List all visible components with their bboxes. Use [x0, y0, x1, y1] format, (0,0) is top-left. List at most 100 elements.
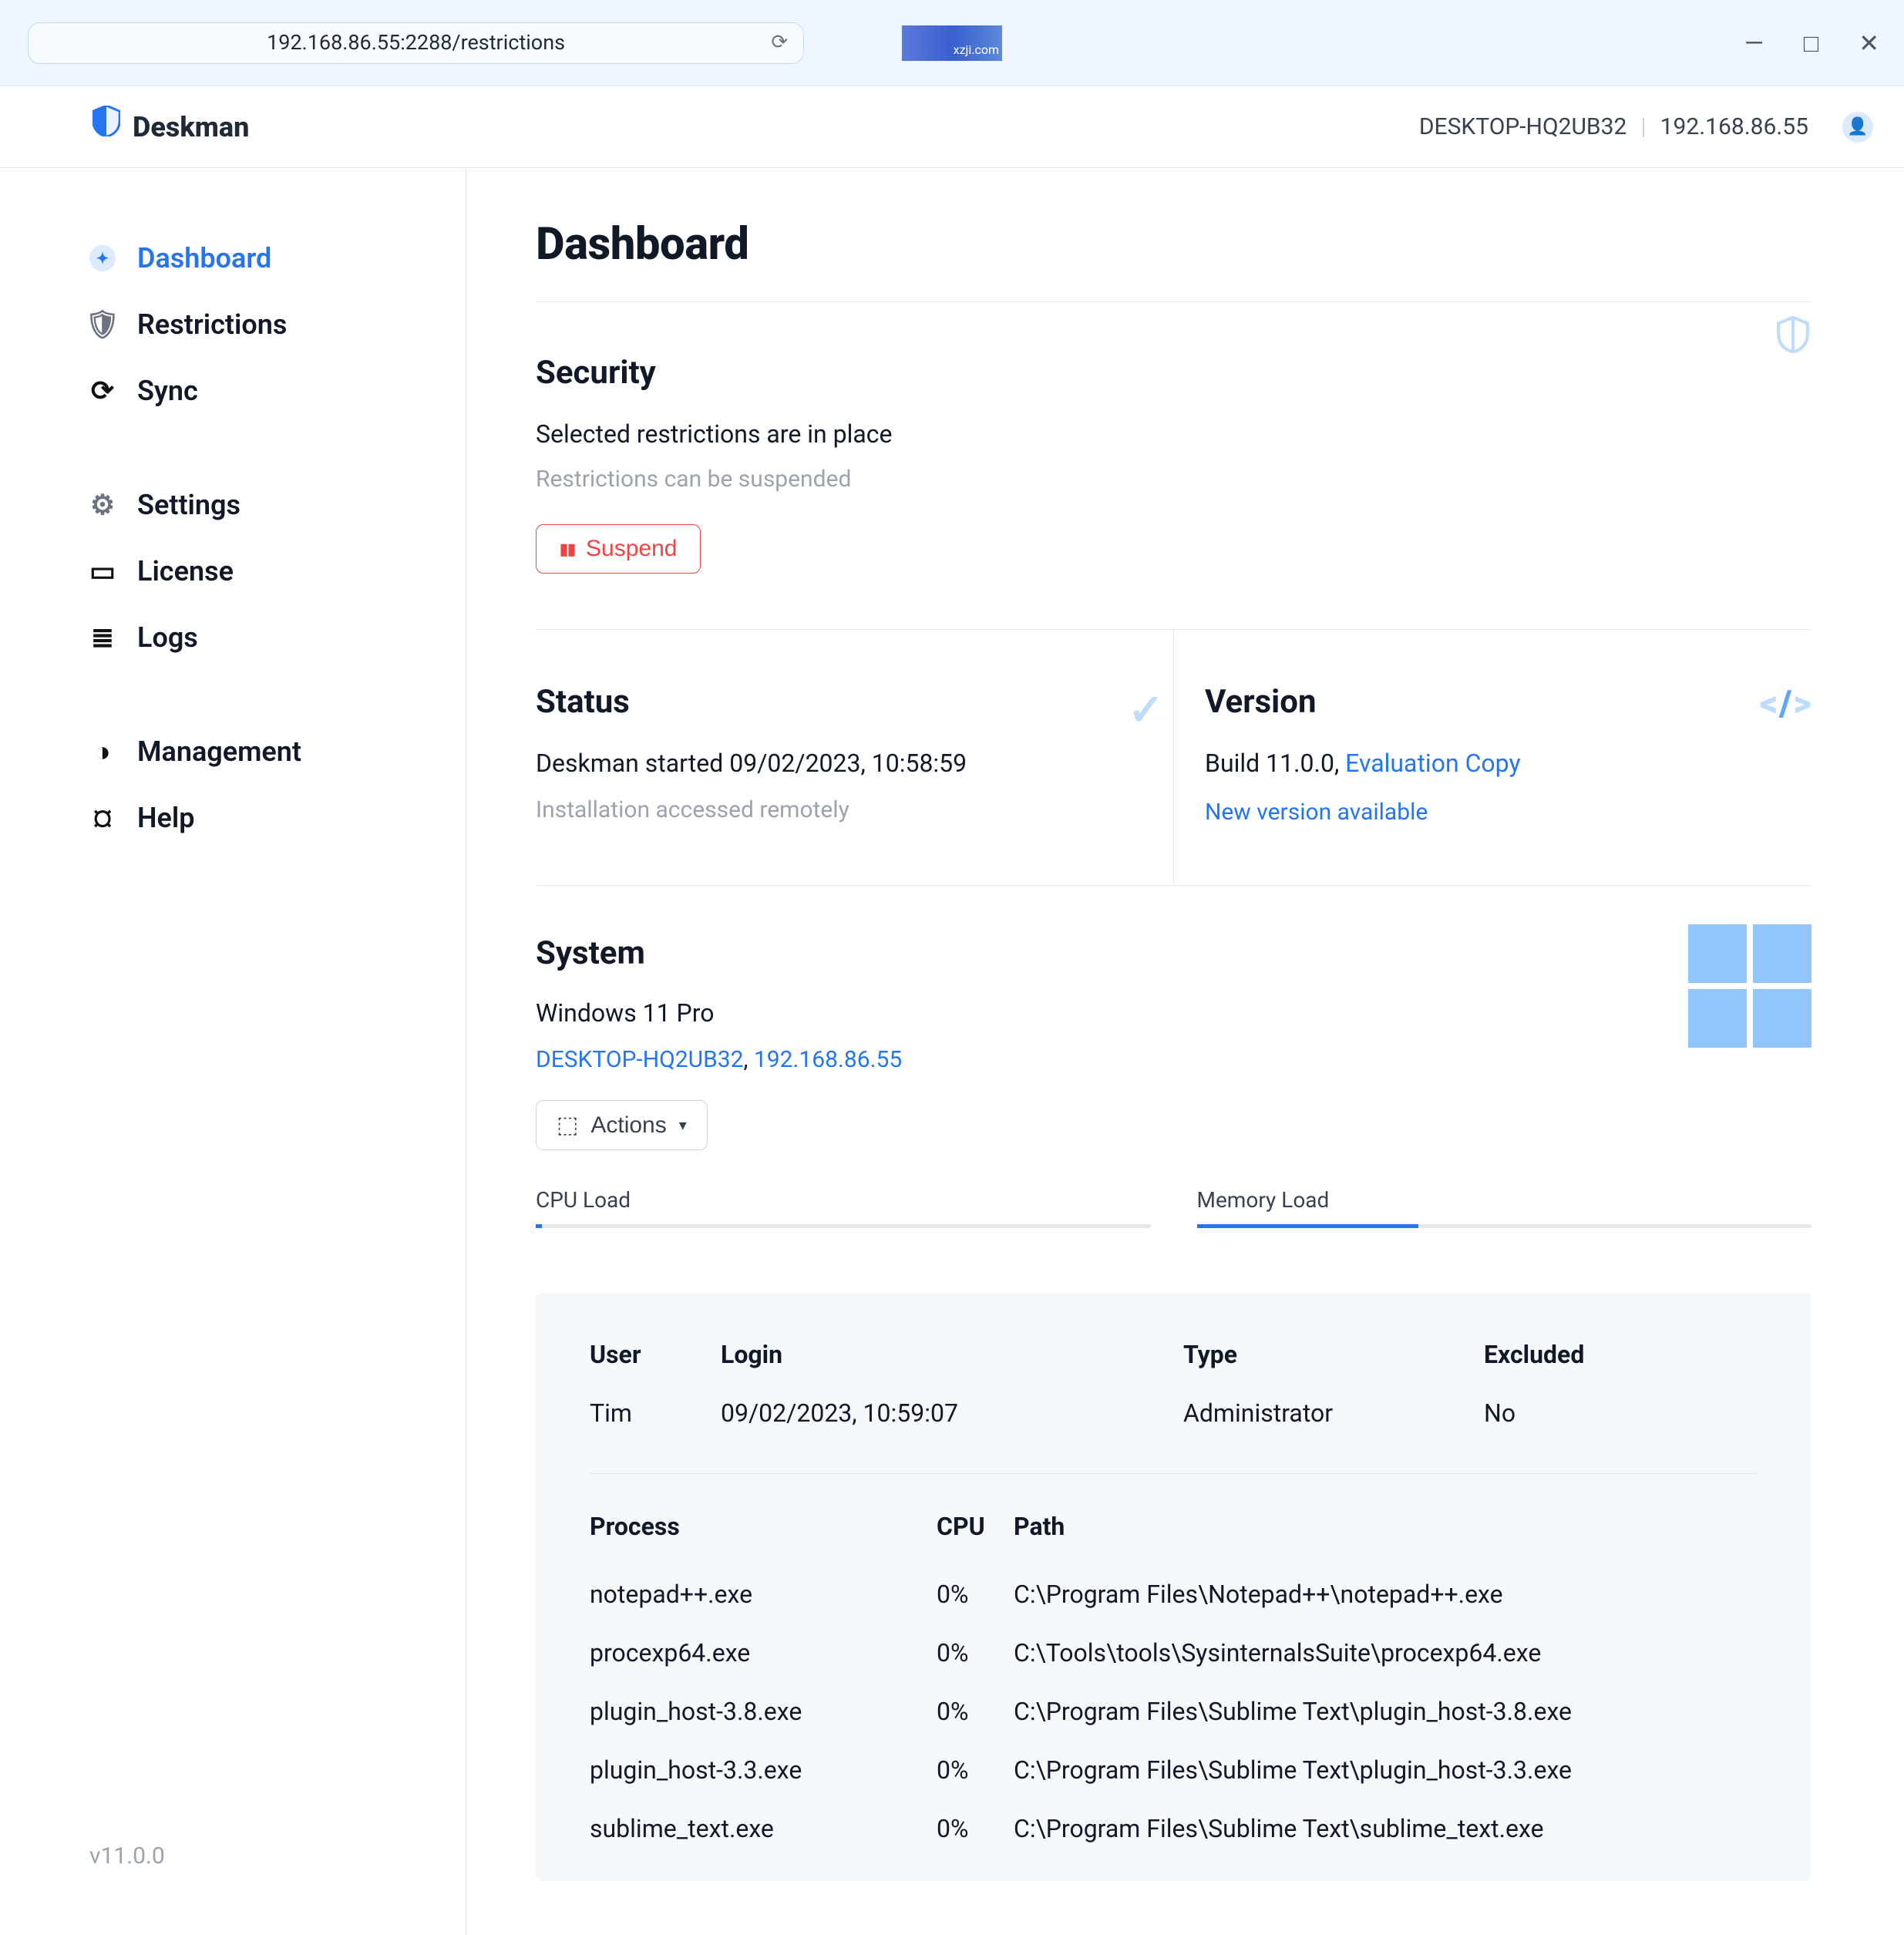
memory-load-bar: [1197, 1224, 1812, 1228]
header-ip: 192.168.86.55: [1660, 109, 1808, 144]
avatar[interactable]: 👤: [1842, 112, 1873, 143]
sidebar-item-dashboard[interactable]: ✦ Dashboard: [89, 225, 435, 291]
sidebar-item-label: Help: [137, 797, 194, 839]
sidebar-item-label: Settings: [137, 484, 241, 526]
cell-path: C:\Tools\tools\SysinternalsSuite\procexp…: [1014, 1634, 1758, 1671]
col-type: Type: [1183, 1336, 1484, 1373]
val-excluded: No: [1484, 1395, 1758, 1432]
col-excluded: Excluded: [1484, 1336, 1758, 1373]
gear-icon: ⚙: [89, 492, 116, 518]
sidebar-item-settings[interactable]: ⚙ Settings: [89, 472, 435, 538]
security-sub: Selected restrictions are in place: [536, 416, 1811, 453]
compass-icon: ✦: [89, 245, 116, 271]
site-badge-text: xzji.com: [954, 41, 999, 59]
user-grid: User Login Type Excluded Tim 09/02/2023,…: [590, 1336, 1758, 1474]
cell-process: notepad++.exe: [590, 1576, 937, 1613]
sidebar-item-logs[interactable]: ≣ Logs: [89, 604, 435, 671]
life-ring-icon: ¤: [89, 805, 116, 831]
user-icon: 👤: [1847, 114, 1868, 140]
card-icon: ▭: [89, 558, 116, 584]
col-cpu: CPU: [937, 1508, 1014, 1545]
sidebar-item-label: License: [137, 550, 234, 592]
sidebar-item-label: Restrictions: [137, 304, 287, 345]
val-login: 09/02/2023, 10:59:07: [721, 1395, 1183, 1432]
col-login: Login: [721, 1336, 1183, 1373]
sidebar-item-license[interactable]: ▭ License: [89, 538, 435, 604]
val-type: Administrator: [1183, 1395, 1484, 1432]
address-bar-wrap: 192.168.86.55:2288/restrictions ⟳: [28, 22, 804, 64]
main: Dashboard Security Selected restrictions…: [466, 168, 1904, 1935]
half-shield-icon: ◑: [89, 739, 116, 765]
suspend-button[interactable]: ▮▮ Suspend: [536, 524, 701, 574]
window-controls: — □ ✕: [1744, 0, 1879, 86]
shield-check-icon: 🛡︎: [89, 311, 116, 338]
pause-icon: ▮▮: [560, 540, 575, 559]
col-path: Path: [1014, 1508, 1758, 1545]
app-header: Deskman DESKTOP-HQ2UB32 | 192.168.86.55 …: [0, 86, 1904, 168]
sidebar-item-label: Dashboard: [137, 237, 271, 279]
system-os: Windows 11 Pro: [536, 994, 1811, 1031]
security-card: Security Selected restrictions are in pl…: [536, 302, 1811, 630]
cell-cpu: 0%: [937, 1752, 1014, 1789]
sync-icon: ⟳: [89, 378, 116, 404]
suspend-label: Suspend: [586, 536, 677, 562]
close-icon[interactable]: ✕: [1859, 31, 1879, 56]
brand[interactable]: Deskman: [93, 106, 249, 148]
maximize-icon[interactable]: □: [1804, 31, 1818, 56]
address-bar[interactable]: 192.168.86.55:2288/restrictions ⟳: [28, 22, 804, 64]
version-build: Build 11.0.0,: [1205, 749, 1345, 778]
status-hint: Installation accessed remotely: [536, 793, 1142, 827]
cube-icon: ⬚: [557, 1112, 578, 1139]
cell-path: C:\Program Files\Notepad++\notepad++.exe: [1014, 1576, 1758, 1613]
cpu-load-fill: [536, 1224, 542, 1228]
system-ip-link[interactable]: 192.168.86.55: [754, 1046, 902, 1073]
col-user: User: [590, 1336, 721, 1373]
host-info: DESKTOP-HQ2UB32 | 192.168.86.55 👤: [1419, 109, 1873, 144]
sidebar-item-management[interactable]: ◑ Management: [89, 718, 435, 785]
memory-load-label: Memory Load: [1197, 1184, 1812, 1217]
table-header: Process CPU Path: [590, 1508, 1758, 1565]
minimize-icon[interactable]: —: [1744, 31, 1764, 56]
table-row: sublime_text.exe0%C:\Program Files\Subli…: [590, 1799, 1758, 1858]
cell-path: C:\Program Files\Sublime Text\plugin_hos…: [1014, 1752, 1758, 1789]
cell-process: sublime_text.exe: [590, 1810, 937, 1847]
security-title: Security: [536, 348, 1811, 397]
table-row: plugin_host-3.8.exe0%C:\Program Files\Su…: [590, 1682, 1758, 1741]
shield-outline-icon: [1774, 316, 1811, 363]
system-hostname-link[interactable]: DESKTOP-HQ2UB32: [536, 1046, 744, 1073]
security-hint: Restrictions can be suspended: [536, 462, 1811, 496]
table-row: plugin_host-3.3.exe0%C:\Program Files\Su…: [590, 1741, 1758, 1799]
header-hostname: DESKTOP-HQ2UB32: [1419, 109, 1627, 144]
memory-load-fill: [1197, 1224, 1418, 1228]
version-sub: Build 11.0.0, Evaluation Copy: [1205, 745, 1811, 782]
evaluation-link[interactable]: Evaluation Copy: [1345, 749, 1520, 778]
cell-cpu: 0%: [937, 1693, 1014, 1730]
check-icon: ✓: [1128, 678, 1164, 742]
stack-icon: ≣: [89, 624, 116, 651]
cell-cpu: 0%: [937, 1576, 1014, 1613]
sidebar: ✦ Dashboard 🛡︎ Restrictions ⟳ Sync ⚙ Set…: [0, 168, 466, 1935]
cpu-load-label: CPU Load: [536, 1184, 1151, 1217]
sidebar-item-label: Management: [137, 731, 301, 772]
page-title: Dashboard: [536, 211, 1811, 302]
cell-path: C:\Program Files\Sublime Text\sublime_te…: [1014, 1810, 1758, 1847]
cell-process: plugin_host-3.8.exe: [590, 1693, 937, 1730]
cell-process: plugin_host-3.3.exe: [590, 1752, 937, 1789]
new-version-link[interactable]: New version available: [1205, 799, 1428, 826]
sidebar-item-sync[interactable]: ⟳ Sync: [89, 358, 435, 424]
table-row: notepad++.exe0%C:\Program Files\Notepad+…: [590, 1565, 1758, 1624]
table-row: procexp64.exe0%C:\Tools\tools\Sysinterna…: [590, 1624, 1758, 1682]
window-chrome: 192.168.86.55:2288/restrictions ⟳ xzji.c…: [0, 0, 1904, 86]
cpu-load-bar: [536, 1224, 1151, 1228]
address-url: 192.168.86.55:2288/restrictions: [267, 27, 565, 59]
sidebar-item-label: Logs: [137, 617, 198, 658]
col-process: Process: [590, 1508, 937, 1545]
details-panel: User Login Type Excluded Tim 09/02/2023,…: [536, 1293, 1811, 1881]
sidebar-item-restrictions[interactable]: 🛡︎ Restrictions: [89, 291, 435, 358]
sidebar-item-help[interactable]: ¤ Help: [89, 785, 435, 851]
load-row: CPU Load Memory Load: [536, 1184, 1811, 1228]
cpu-load: CPU Load: [536, 1184, 1151, 1228]
actions-button[interactable]: ⬚ Actions ▾: [536, 1100, 708, 1150]
cell-process: procexp64.exe: [590, 1634, 937, 1671]
reload-icon[interactable]: ⟳: [771, 28, 788, 58]
